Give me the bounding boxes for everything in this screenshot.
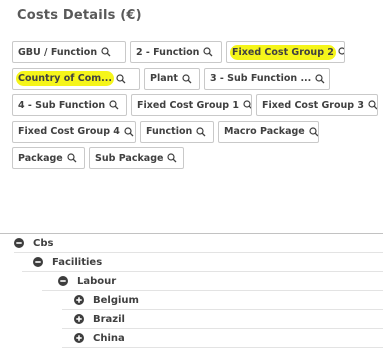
filter-chip-label: Package [18,152,63,164]
tree-row-label: Cbs [33,237,54,249]
filter-chip-country-of-commerce[interactable]: Country of Com... [12,67,140,90]
search-icon [338,47,344,55]
search-icon [124,126,134,136]
filter-chip-fixed-cost-group-3[interactable]: Fixed Cost Group 3 [256,94,378,116]
tree-row-facilities[interactable]: Facilities [22,253,383,272]
filter-chip-macro-package[interactable]: Macro Package [218,120,319,143]
filter-chip-gbu-function[interactable]: GBU / Function [12,41,126,63]
plus-circle-icon[interactable] [74,314,84,324]
filter-chip-2-function[interactable]: 2 - Function [130,41,222,63]
filter-chip-label: Sub Package [95,152,164,164]
filter-chip-label: Country of Com... [18,73,112,84]
tree-row-label: China [93,332,125,344]
filter-chip-label: Function [146,126,193,137]
filter-chip-label: Fixed Cost Group 3 [262,99,364,111]
search-icon [101,47,111,57]
plus-circle-icon[interactable] [74,333,84,343]
tree-row-label: Brazil [93,313,125,325]
plus-circle-icon[interactable] [74,295,84,305]
search-icon [315,73,325,83]
filter-chip-label: 3 - Sub Function ... [210,73,312,84]
tree-row-labour[interactable]: Labour [42,272,383,291]
filter-chip-label: Macro Package [224,126,305,137]
minus-circle-icon[interactable] [33,257,43,267]
filter-chip-sub-package[interactable]: Sub Package [89,147,184,169]
minus-circle-icon[interactable] [58,276,68,286]
pivot-tree: Cbs Facilities Labour Belgium Brazil Chi… [0,233,383,348]
filter-row-1: GBU / Function 2 - Function Fixed Cost G… [12,41,382,63]
filter-chip-label: Fixed Cost Group 2 [232,46,334,58]
filter-chip-plant[interactable]: Plant [144,67,200,90]
panel-title: Costs Details (€) [17,8,142,23]
search-icon [109,100,119,110]
search-icon [67,153,77,163]
filter-chip-4-sub-function[interactable]: 4 - Sub Function [12,94,128,116]
filter-chip-label: 4 - Sub Function [18,99,106,111]
filter-chip-label: Fixed Cost Group 4 [18,126,120,137]
search-icon [167,153,177,163]
search-icon [368,100,378,110]
filter-chip-label: 2 - Function [136,46,200,58]
filter-row-4: Fixed Cost Group 4 Function Macro Packag… [12,120,382,143]
search-icon [243,100,252,109]
tree-row-label: Belgium [93,294,139,306]
search-icon [203,47,213,57]
tree-row-cbs[interactable]: Cbs [14,234,383,253]
filter-chip-fixed-cost-group-4[interactable]: Fixed Cost Group 4 [12,120,136,143]
search-icon [309,126,318,136]
filter-chip-fixed-cost-group-2[interactable]: Fixed Cost Group 2 [226,41,345,63]
filter-chip-label: GBU / Function [18,46,98,58]
search-icon [182,73,192,83]
minus-circle-icon[interactable] [14,238,24,248]
filter-chip-label: Fixed Cost Group 1 [137,99,239,111]
filter-chip-fixed-cost-group-1[interactable]: Fixed Cost Group 1 [131,94,253,116]
tree-row-label: Facilities [52,256,103,268]
filter-chip-label: Plant [150,73,178,84]
search-icon [196,126,206,136]
filter-row-5: Package Sub Package [12,147,382,169]
filter-chips: GBU / Function 2 - Function Fixed Cost G… [12,41,382,174]
search-icon [116,73,126,83]
filter-chip-function[interactable]: Function [140,120,214,143]
filter-chip-package[interactable]: Package [12,147,85,169]
tree-row-brazil[interactable]: Brazil [62,310,383,329]
filter-row-2: Country of Com... Plant 3 - Sub Function… [12,67,382,90]
tree-row-label: Labour [77,275,117,287]
filter-row-3: 4 - Sub Function Fixed Cost Group 1 Fixe… [12,94,382,116]
tree-row-belgium[interactable]: Belgium [62,291,383,310]
tree-row-china[interactable]: China [62,329,383,348]
filter-chip-3-sub-function[interactable]: 3 - Sub Function ... [204,67,330,90]
